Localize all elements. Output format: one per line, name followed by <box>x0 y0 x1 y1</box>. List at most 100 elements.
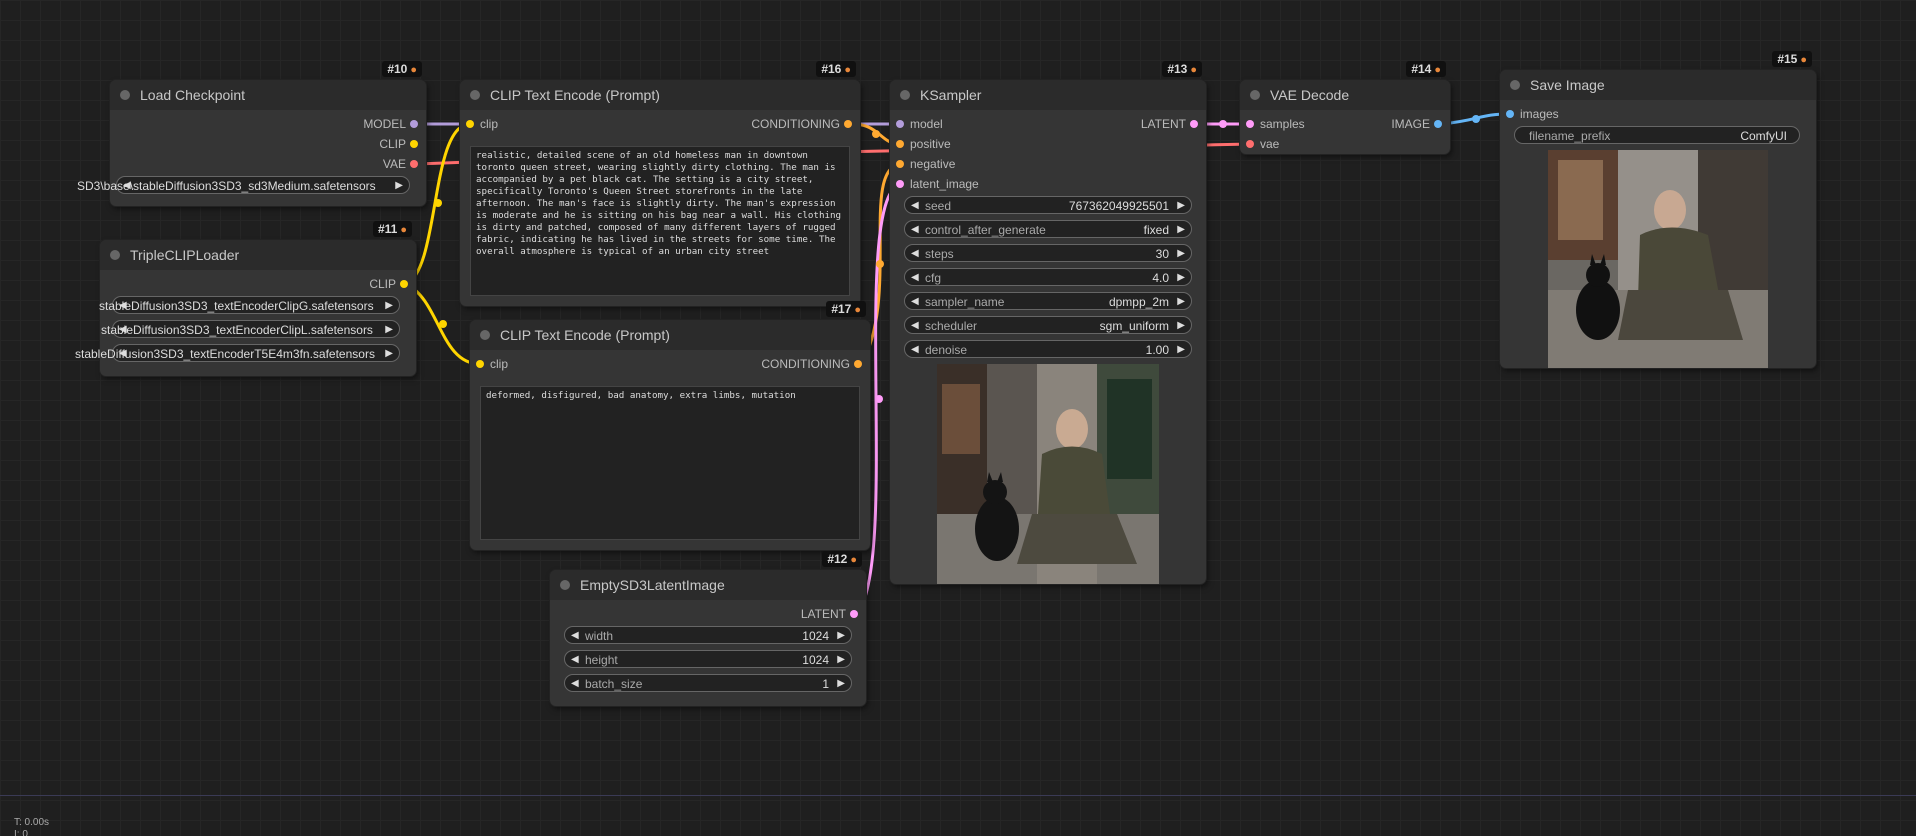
execution-info: I: 0 <box>14 829 28 836</box>
triangle-left-icon[interactable]: ◀ <box>911 317 919 335</box>
collapse-dot-icon[interactable] <box>480 330 490 340</box>
triangle-left-icon[interactable]: ◀ <box>911 293 919 311</box>
input-latent-image[interactable]: latent_image <box>896 176 979 192</box>
output-model[interactable]: MODEL <box>363 116 418 132</box>
triangle-right-icon[interactable]: ▶ <box>1177 293 1185 311</box>
triangle-left-icon[interactable]: ◀ <box>911 269 919 287</box>
triangle-right-icon[interactable]: ▶ <box>1177 341 1185 359</box>
node-triple-clip-loader[interactable]: #11 ● TripleCLIPLoader CLIP ◀ stableDiffu… <box>75 221 416 376</box>
collapse-dot-icon[interactable] <box>560 580 570 590</box>
node-id-badge: #10 ● <box>382 61 422 77</box>
node-title[interactable]: CLIP Text Encode (Prompt) <box>460 80 860 110</box>
triangle-right-icon[interactable]: ▶ <box>395 177 403 195</box>
node-id-badge: #12 ● <box>822 551 862 567</box>
output-image-preview <box>1548 150 1768 368</box>
denoise-widget[interactable]: ◀ denoise 1.00 ▶ <box>904 340 1192 358</box>
fox-icon: ● <box>850 554 857 566</box>
triangle-right-icon[interactable]: ▶ <box>1177 221 1185 239</box>
triangle-right-icon[interactable]: ▶ <box>1177 245 1185 263</box>
input-clip[interactable]: clip <box>476 356 508 372</box>
node-title[interactable]: CLIP Text Encode (Prompt) <box>470 320 870 350</box>
input-samples[interactable]: samples <box>1246 116 1305 132</box>
triangle-right-icon[interactable]: ▶ <box>385 297 393 315</box>
triangle-left-icon[interactable]: ◀ <box>571 651 579 669</box>
collapse-dot-icon[interactable] <box>1510 80 1520 90</box>
triangle-right-icon[interactable]: ▶ <box>1177 317 1185 335</box>
input-model[interactable]: model <box>896 116 943 132</box>
node-title[interactable]: VAE Decode <box>1240 80 1450 110</box>
node-title[interactable]: KSampler <box>890 80 1206 110</box>
node-title[interactable]: Load Checkpoint <box>110 80 426 110</box>
fox-icon: ● <box>1434 64 1441 76</box>
input-clip[interactable]: clip <box>466 116 498 132</box>
triangle-left-icon[interactable]: ◀ <box>571 627 579 645</box>
fox-icon: ● <box>1800 54 1807 66</box>
control-after-generate-widget[interactable]: ◀ control_after_generate fixed ▶ <box>904 220 1192 238</box>
output-latent[interactable]: LATENT <box>1141 116 1198 132</box>
triangle-left-icon[interactable]: ◀ <box>911 197 919 215</box>
seed-widget[interactable]: ◀ seed 767362049925501 ▶ <box>904 196 1192 214</box>
output-conditioning[interactable]: CONDITIONING <box>751 116 852 132</box>
clip-name2-combo[interactable]: ◀ stableDiffusion3SD3_textEncoderClipL.s… <box>101 320 400 339</box>
ckpt-name-combo[interactable]: ◀ SD3\base\stableDiffusion3SD3_sd3Medium… <box>77 176 410 195</box>
latent-preview-image <box>937 364 1159 584</box>
cfg-widget[interactable]: ◀ cfg 4.0 ▶ <box>904 268 1192 286</box>
input-negative[interactable]: negative <box>896 156 955 172</box>
output-vae[interactable]: VAE <box>383 156 418 172</box>
collapse-dot-icon[interactable] <box>900 90 910 100</box>
canvas-divider <box>0 795 1916 796</box>
triangle-right-icon[interactable]: ▶ <box>837 627 845 645</box>
fox-icon: ● <box>1190 64 1197 76</box>
input-images[interactable]: images <box>1506 106 1559 122</box>
filename-prefix-input[interactable]: filename_prefix ComfyUI <box>1514 126 1800 144</box>
collapse-dot-icon[interactable] <box>120 90 130 100</box>
node-ksampler[interactable]: #13 ● KSampler model positive negative la… <box>890 61 1206 584</box>
sampler-name-widget[interactable]: ◀ sampler_name dpmpp_2m ▶ <box>904 292 1192 310</box>
fox-icon: ● <box>854 304 861 316</box>
output-image[interactable]: IMAGE <box>1391 116 1442 132</box>
triangle-left-icon[interactable]: ◀ <box>571 675 579 693</box>
node-id-badge: #13 ● <box>1162 61 1202 77</box>
width-widget[interactable]: ◀ width 1024 ▶ <box>564 626 852 644</box>
prompt-textarea[interactable]: realistic, detailed scene of an old home… <box>470 146 850 296</box>
batch-size-widget[interactable]: ◀ batch_size 1 ▶ <box>564 674 852 692</box>
triangle-right-icon[interactable]: ▶ <box>837 675 845 693</box>
node-empty-sd3-latent-image[interactable]: #12 ● EmptySD3LatentImage LATENT ◀ width 10… <box>550 551 866 706</box>
triangle-right-icon[interactable]: ▶ <box>1177 269 1185 287</box>
prompt-textarea[interactable]: deformed, disfigured, bad anatomy, extra… <box>480 386 860 540</box>
node-title[interactable]: Save Image <box>1500 70 1816 100</box>
triangle-left-icon[interactable]: ◀ <box>911 221 919 239</box>
collapse-dot-icon[interactable] <box>110 250 120 260</box>
triangle-left-icon[interactable]: ◀ <box>911 245 919 263</box>
node-id-badge: #14 ● <box>1406 61 1446 77</box>
clip-name1-combo[interactable]: ◀ stableDiffusion3SD3_textEncoderClipG.s… <box>99 296 400 315</box>
triangle-right-icon[interactable]: ▶ <box>837 651 845 669</box>
triangle-right-icon[interactable]: ▶ <box>385 321 393 339</box>
node-save-image[interactable]: #15 ● Save Image images filename_prefix C… <box>1500 51 1816 368</box>
node-clip-text-encode-positive[interactable]: #16 ● CLIP Text Encode (Prompt) clip COND… <box>460 61 860 306</box>
output-latent[interactable]: LATENT <box>801 606 858 622</box>
input-positive[interactable]: positive <box>896 136 951 152</box>
triangle-right-icon[interactable]: ▶ <box>385 345 393 363</box>
node-id-badge: #15 ● <box>1772 51 1812 67</box>
steps-widget[interactable]: ◀ steps 30 ▶ <box>904 244 1192 262</box>
node-id-badge: #17 ● <box>826 301 866 317</box>
input-vae[interactable]: vae <box>1246 136 1279 152</box>
triangle-left-icon[interactable]: ◀ <box>911 341 919 359</box>
scheduler-widget[interactable]: ◀ scheduler sgm_uniform ▶ <box>904 316 1192 334</box>
collapse-dot-icon[interactable] <box>1250 90 1260 100</box>
node-title[interactable]: EmptySD3LatentImage <box>550 570 866 600</box>
clip-name3-combo[interactable]: ◀ stableDiffusion3SD3_textEncoderT5E4m3f… <box>75 344 400 363</box>
output-clip[interactable]: CLIP <box>379 136 418 152</box>
height-widget[interactable]: ◀ height 1024 ▶ <box>564 650 852 668</box>
triangle-right-icon[interactable]: ▶ <box>1177 197 1185 215</box>
fox-icon: ● <box>844 64 851 76</box>
collapse-dot-icon[interactable] <box>470 90 480 100</box>
node-id-badge: #11 ● <box>372 221 412 237</box>
node-clip-text-encode-negative[interactable]: #17 ● CLIP Text Encode (Prompt) clip COND… <box>470 301 870 550</box>
node-title[interactable]: TripleCLIPLoader <box>100 240 416 270</box>
node-id-badge: #16 ● <box>816 61 856 77</box>
node-vae-decode[interactable]: #14 ● VAE Decode samples vae IMAGE <box>1240 61 1450 154</box>
output-clip[interactable]: CLIP <box>369 276 408 292</box>
output-conditioning[interactable]: CONDITIONING <box>761 356 862 372</box>
